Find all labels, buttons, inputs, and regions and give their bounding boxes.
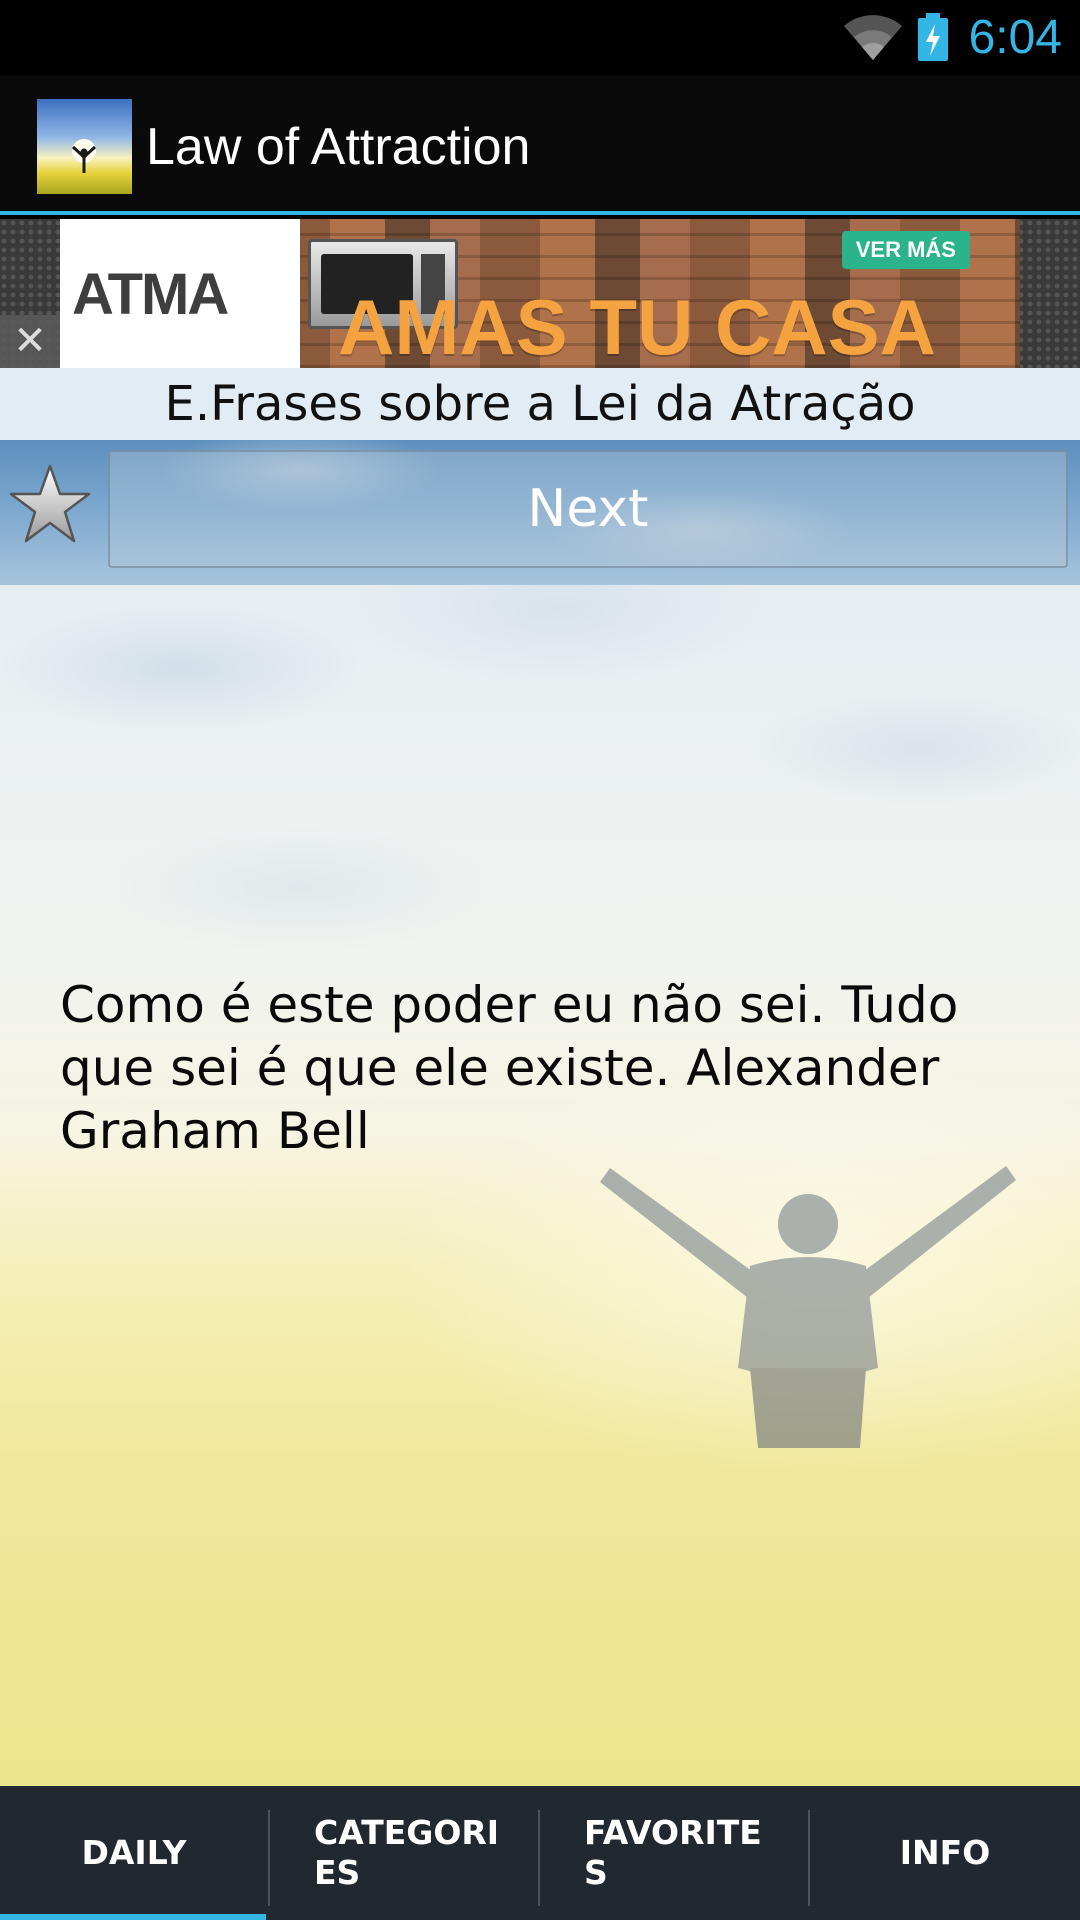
tab-daily[interactable]: DAILY — [0, 1786, 268, 1920]
category-title: E.Frases sobre a Lei da Atração — [164, 376, 916, 432]
bottom-tab-bar: DAILY CATEGORI ES FAVORITE S INFO — [0, 1786, 1080, 1920]
tab-info[interactable]: INFO — [810, 1786, 1080, 1920]
quote-text: Como é este poder eu não sei. Tudo que s… — [60, 976, 959, 1160]
tab-categories[interactable]: CATEGORI ES — [270, 1786, 538, 1920]
ad-area: ATMA VER MÁS AMAS TU CASA ✕ — [0, 219, 1080, 368]
ad-headline: AMAS TU CASA — [338, 283, 936, 368]
tab-favorites-label: FAVORITE S — [584, 1813, 762, 1892]
tab-daily-label: DAILY — [81, 1833, 187, 1872]
ad-logo-panel: ATMA — [60, 219, 300, 368]
close-icon[interactable]: ✕ — [0, 315, 60, 368]
action-bar: Law of Attraction — [0, 75, 1080, 215]
ad-banner[interactable]: ATMA VER MÁS AMAS TU CASA — [60, 219, 1020, 368]
app-title: Law of Attraction — [146, 118, 531, 176]
background-person-image — [600, 1166, 1016, 1448]
star-icon[interactable] — [8, 462, 92, 546]
main-content: E.Frases sobre a Lei da Atração Next Com… — [0, 368, 1080, 1786]
category-bar: E.Frases sobre a Lei da Atração — [0, 368, 1080, 440]
tab-favorites[interactable]: FAVORITE S — [540, 1786, 808, 1920]
ad-cta-button[interactable]: VER MÁS — [841, 231, 970, 269]
wifi-icon — [842, 12, 904, 66]
action-bar-divider — [0, 211, 1080, 215]
status-time: 6:04 — [968, 11, 1062, 64]
ad-brand-logo: ATMA — [72, 262, 229, 327]
status-bar: 6:04 — [0, 0, 1080, 75]
nav-strip: Next — [0, 440, 1080, 585]
tab-categories-label: CATEGORI ES — [314, 1813, 500, 1892]
selected-tab-indicator — [0, 1914, 266, 1920]
battery-charging-icon — [916, 12, 950, 66]
next-button[interactable]: Next — [108, 450, 1068, 568]
app-icon[interactable] — [37, 99, 132, 194]
tab-info-label: INFO — [899, 1833, 991, 1872]
